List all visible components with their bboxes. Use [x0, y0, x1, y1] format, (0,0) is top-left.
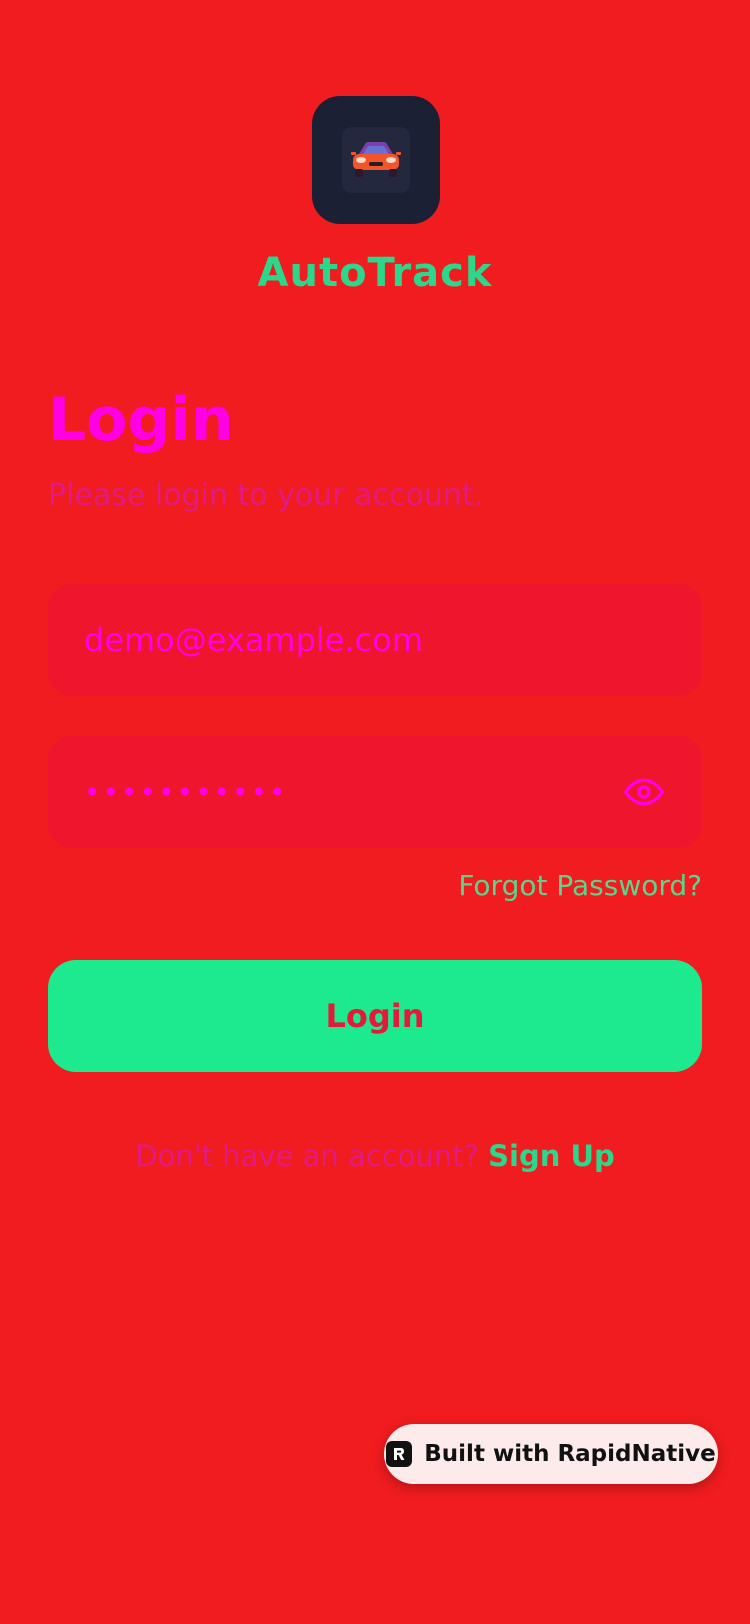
page-subtitle: Please login to your account. [48, 478, 484, 513]
signup-link[interactable]: Sign Up [488, 1139, 615, 1173]
signup-row: Don't have an account? Sign Up [0, 1136, 750, 1176]
login-button[interactable]: Login [48, 960, 702, 1072]
password-field[interactable] [48, 736, 702, 848]
app-logo-inner [342, 127, 410, 193]
car-icon [351, 142, 401, 177]
page-title: Login [48, 385, 234, 455]
rapidnative-logo-icon [386, 1441, 413, 1467]
eye-icon [624, 778, 664, 806]
built-with-badge[interactable]: Built with RapidNative [384, 1424, 718, 1484]
badge-label: Built with RapidNative [424, 1441, 716, 1467]
app-logo [312, 96, 440, 224]
forgot-password-link[interactable]: Forgot Password? [458, 866, 702, 906]
password-input[interactable] [84, 775, 622, 809]
email-input[interactable] [84, 621, 666, 659]
password-visibility-toggle[interactable] [622, 770, 666, 814]
email-field[interactable] [48, 584, 702, 696]
signup-prompt: Don't have an account? [135, 1139, 489, 1173]
brand-name: AutoTrack [257, 250, 493, 296]
